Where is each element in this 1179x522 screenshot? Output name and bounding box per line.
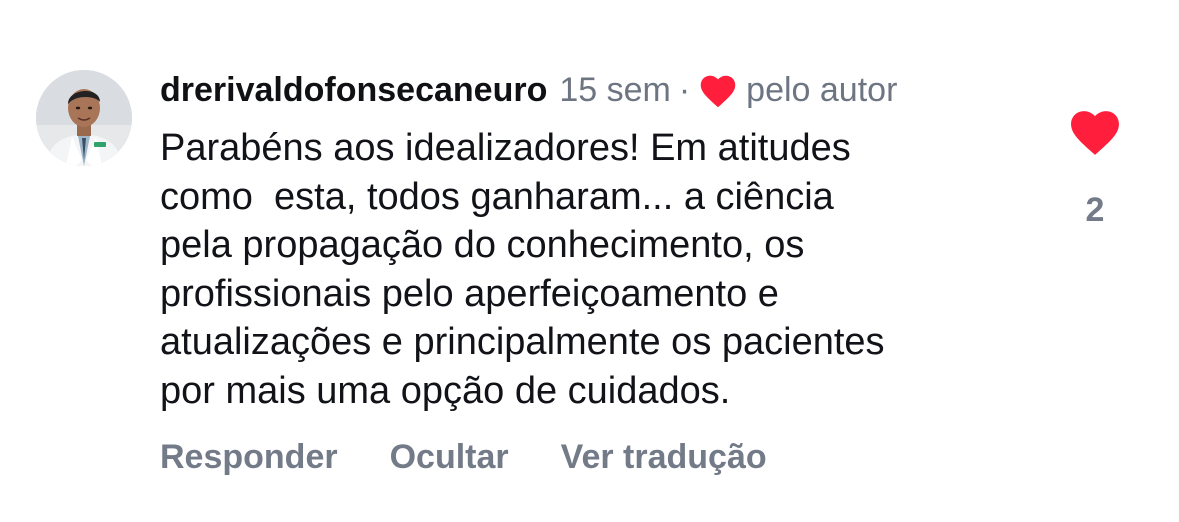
avatar-image (36, 70, 132, 166)
translate-button[interactable]: Ver tradução (561, 434, 767, 480)
avatar[interactable] (36, 70, 132, 166)
separator-dot: · (678, 71, 691, 109)
heart-icon (700, 75, 736, 107)
like-section: 2 (1066, 110, 1124, 230)
hide-button[interactable]: Ocultar (390, 434, 509, 480)
like-count[interactable]: 2 (1086, 190, 1105, 230)
liked-by-author-label: pelo autor (746, 71, 898, 109)
heart-icon[interactable] (1070, 110, 1120, 156)
reply-button[interactable]: Responder (160, 434, 338, 480)
comment-actions: Responder Ocultar Ver tradução (160, 434, 767, 480)
comment-text: Parabéns aos idealizadores! Em atitudes … (160, 127, 885, 412)
timestamp: 15 sem (559, 71, 671, 109)
comment-header: drerivaldofonsecaneuro 15 sem · pelo aut… (160, 66, 897, 114)
username[interactable]: drerivaldofonsecaneuro (160, 66, 547, 114)
